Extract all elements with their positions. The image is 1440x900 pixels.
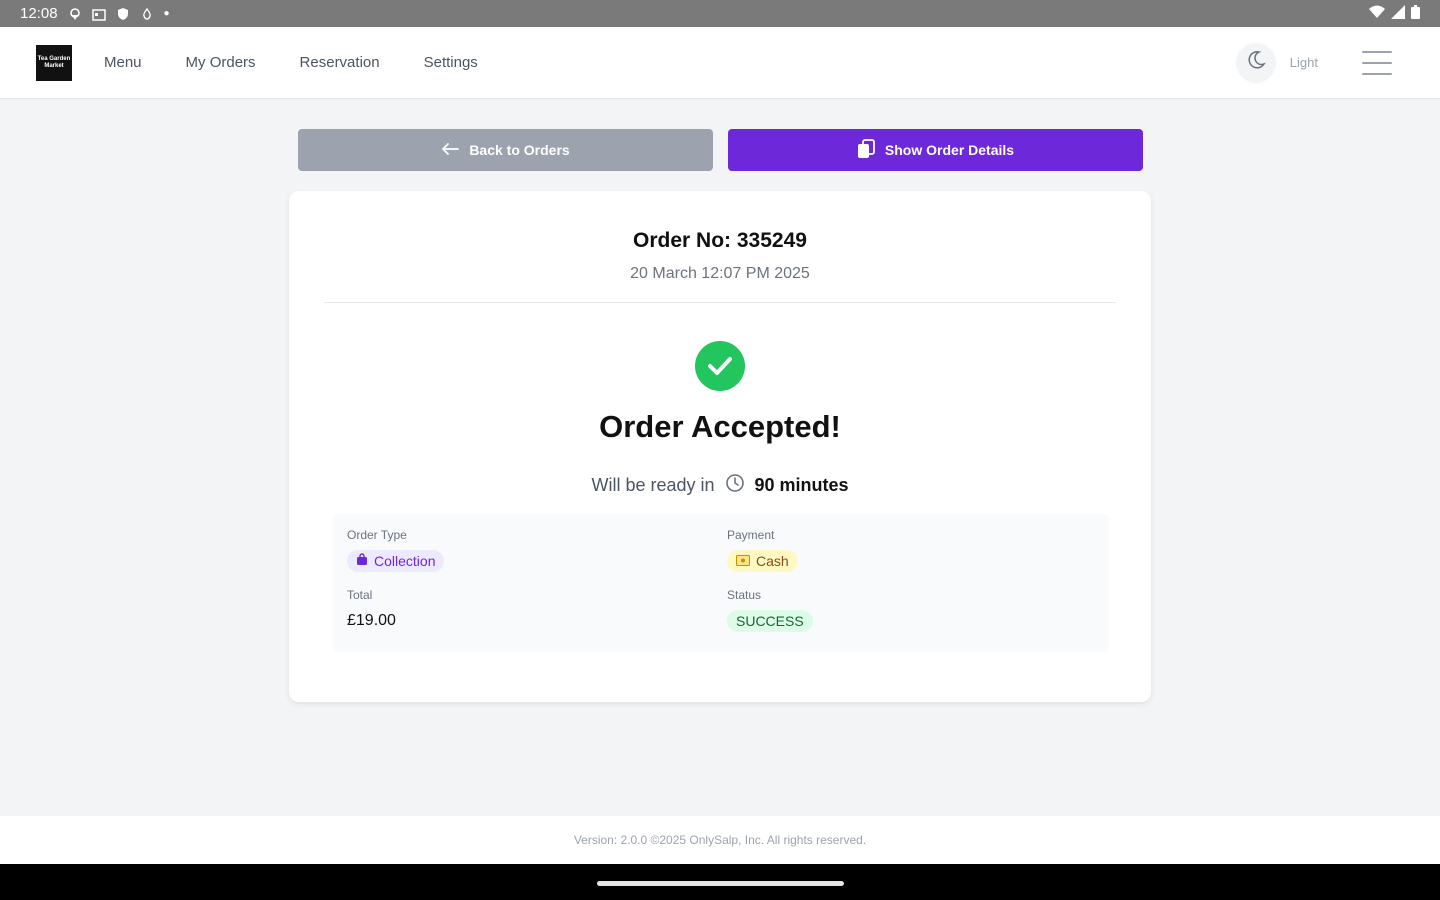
order-type-badge: Collection [347,550,445,572]
logo-text: Tea Garden Market [37,55,71,69]
order-number: Order No: 335249 [633,229,807,252]
wifi-icon [1369,5,1385,23]
status-value: SUCCESS [736,613,804,629]
arrow-left-icon [441,142,460,159]
back-to-orders-button[interactable]: Back to Orders [298,129,713,171]
status-badge: SUCCESS [727,610,813,632]
nav-link-menu[interactable]: Menu [104,54,142,71]
nav-links: Menu My Orders Reservation Settings [104,54,478,71]
status-cell: Status SUCCESS [727,588,813,632]
order-date: 20 March 12:07 PM 2025 [630,265,810,282]
system-status-bar: 12:08 ● [0,0,1440,27]
nav-link-settings[interactable]: Settings [424,54,478,71]
theme-label: Light [1289,55,1318,70]
signal-icon [1391,4,1405,23]
battery-icon [1411,4,1420,23]
order-type-value: Collection [374,553,436,569]
shield-icon [116,7,130,21]
bag-icon [356,553,368,569]
home-indicator[interactable] [597,881,844,886]
nav-link-reservation[interactable]: Reservation [300,54,380,71]
total-value: £19.00 [347,612,396,629]
payment-value: Cash [756,553,789,569]
theme-toggle-button[interactable] [1235,42,1276,83]
top-navigation: Tea Garden Market Menu My Orders Reserva… [0,27,1440,99]
show-order-details-button[interactable]: Show Order Details [728,129,1143,171]
system-navigation-bar [0,864,1440,900]
order-type-cell: Order Type Collection [347,528,445,572]
order-status-headline: Order Accepted! [599,409,841,444]
moon-icon [1246,50,1266,75]
location-icon [68,7,82,21]
payment-badge: Cash [727,550,798,572]
check-circle-icon [695,341,745,391]
cash-icon [736,553,750,569]
payment-cell: Payment Cash [727,528,798,572]
clock: 12:08 [20,5,58,22]
ready-prefix: Will be ready in [591,475,715,495]
drop-icon [140,7,154,21]
clock-icon [725,473,745,498]
details-button-label: Show Order Details [884,142,1015,158]
calendar-icon [91,7,106,21]
order-info-panel: Order Type Collection Payment Cash Total… [333,514,1109,652]
dot-icon: ● [163,8,170,19]
total-cell: Total £19.00 [347,588,396,630]
footer-text: Version: 2.0.0 ©2025 OnlySalp, Inc. All … [573,833,867,847]
page-footer: Version: 2.0.0 ©2025 OnlySalp, Inc. All … [0,816,1440,864]
ready-time-row: Will be ready in 90 minutes [289,473,1151,498]
order-actions: Back to Orders Show Order Details [298,129,1143,171]
divider [324,302,1116,303]
status-label: Status [727,588,762,602]
total-label: Total [347,588,373,602]
order-type-label: Order Type [347,528,407,542]
copy-icon [857,138,875,162]
brand-logo[interactable]: Tea Garden Market [36,44,72,81]
back-button-label: Back to Orders [469,142,570,158]
payment-label: Payment [727,528,775,542]
nav-link-my-orders[interactable]: My Orders [186,54,256,71]
hamburger-menu-button[interactable] [1362,50,1392,75]
ready-time-value: 90 minutes [754,475,849,495]
order-confirmation-card: Order No: 335249 20 March 12:07 PM 2025 … [289,191,1151,702]
